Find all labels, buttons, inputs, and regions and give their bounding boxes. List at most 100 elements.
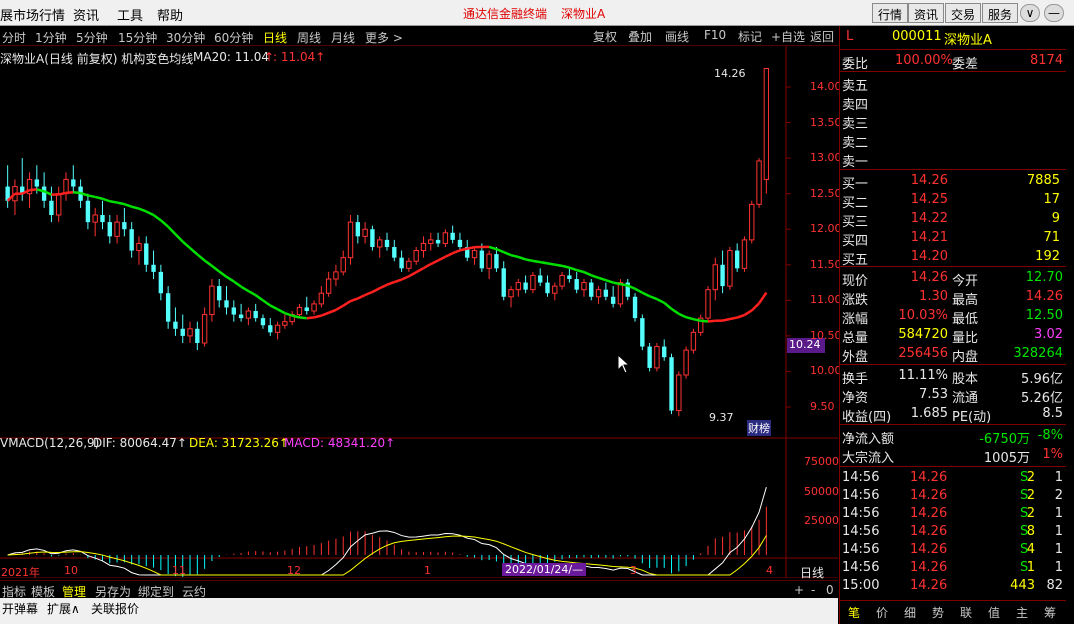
ma20-segment [174, 233, 184, 243]
xaxis-2021: 2021年 [1, 566, 40, 579]
btn-back[interactable]: 返回 [810, 28, 834, 45]
ask-row[interactable]: 卖二 [840, 131, 1066, 151]
candle-body [114, 221, 120, 237]
ask-row[interactable]: 卖五 [840, 74, 1066, 94]
candle-body [523, 282, 528, 290]
period-60min[interactable]: 60分钟 [214, 29, 253, 46]
stat2-row[interactable]: 净资 7.53 流通 5.26亿 [840, 386, 1066, 406]
candle-body [413, 250, 419, 262]
quote-tab[interactable]: 笔 [848, 604, 860, 621]
period-1min[interactable]: 1分钟 [35, 29, 67, 46]
expand-toggle[interactable]: 扩展∧ [47, 600, 80, 617]
btn-service[interactable]: 服务 [982, 3, 1019, 23]
ma20-segment [196, 253, 206, 262]
tick-row[interactable]: 14:56 14.26 2 S 2 [840, 487, 1066, 505]
related-quote[interactable]: 关联报价 [91, 600, 139, 617]
stat2-row[interactable]: 换手 11.11% 股本 5.96亿 [840, 367, 1066, 387]
quote-tab[interactable]: 值 [988, 604, 1000, 621]
stock-header: L 000011 深物业A [840, 28, 1066, 48]
stat-row[interactable]: 现价 14.26 今开 12.70 [840, 269, 1066, 289]
ask-row[interactable]: 卖四 [840, 93, 1066, 113]
btn-f10[interactable]: F10 [704, 28, 726, 42]
candle-body [49, 200, 54, 215]
period-timeshare[interactable]: 分时 [2, 29, 26, 46]
candle-body [129, 229, 134, 251]
menu-news[interactable]: 资讯 [73, 5, 99, 24]
stat-row[interactable]: 外盘 256456 内盘 328264 [840, 345, 1066, 365]
stat2-label1: 换手 [842, 372, 869, 387]
quote-tab[interactable]: 势 [932, 604, 944, 621]
flow-label: 净流入额 [842, 432, 895, 447]
ma20-segment [656, 297, 665, 304]
zoom-reset-button[interactable]: 0 [826, 583, 834, 597]
stat-value2: 328264 [1013, 346, 1063, 361]
ma20-segment [700, 319, 709, 323]
candle-body [136, 242, 142, 252]
danmaku-toggle[interactable]: 开弹幕 [2, 600, 38, 617]
bid-row[interactable]: 买二 14.25 17 [840, 191, 1066, 211]
btn-info[interactable]: 资讯 [908, 3, 945, 23]
menu-help[interactable]: 帮助 [157, 5, 183, 24]
stat-row[interactable]: 涨跌 1.30 最高 14.26 [840, 288, 1066, 308]
news-badge[interactable]: 财榜 [747, 420, 771, 436]
zoom-in-button[interactable]: + [794, 583, 804, 597]
quote-tab[interactable]: 主 [1016, 604, 1028, 621]
bottom-toolbar: 开弹幕 扩展∧ 关联报价 [0, 598, 838, 624]
kline-chart-area[interactable]: 深物业A(日线 前复权) 机构变色均线 MA20: 11.04 ↑ : 11.0… [0, 46, 842, 580]
tick-row[interactable]: 14:56 14.26 2 S 1 [840, 505, 1066, 523]
ma20-segment [641, 291, 651, 298]
period-15min[interactable]: 15分钟 [118, 29, 157, 46]
ask-row[interactable]: 卖一 [840, 150, 1066, 170]
btn-draw[interactable]: 画线 [665, 28, 689, 45]
menu-market[interactable]: 展市场行情 [0, 5, 65, 24]
tick-row[interactable]: 14:56 14.26 1 S 1 [840, 559, 1066, 577]
btn-overlay[interactable]: 叠加 [628, 28, 652, 45]
bid-row[interactable]: 买一 14.26 7885 [840, 172, 1066, 192]
bid-price: 14.22 [910, 211, 948, 226]
vmacd-label: VMACD(12,26,9) [0, 436, 100, 450]
stock-code: 000011 [892, 29, 942, 44]
stat-value1: 1.30 [919, 289, 948, 304]
period-5min[interactable]: 5分钟 [76, 29, 108, 46]
btn-trade[interactable]: 交易 [945, 3, 982, 23]
menu-tools[interactable]: 工具 [117, 5, 143, 24]
tick-row[interactable]: 14:56 14.26 2 S 1 [840, 469, 1066, 487]
btn-mark[interactable]: 标记 [738, 28, 762, 45]
period-more[interactable]: 更多 > [365, 29, 403, 46]
tick-row[interactable]: 15:00 14.26 443 82 [840, 577, 1066, 595]
period-weekly[interactable]: 周线 [297, 29, 321, 46]
quote-tab[interactable]: 联 [960, 604, 972, 621]
period-monthly[interactable]: 月线 [331, 29, 355, 46]
stat-row[interactable]: 总量 584720 量比 3.02 [840, 326, 1066, 346]
candle-body [574, 279, 579, 290]
quote-tab[interactable]: 筹 [1044, 604, 1056, 621]
zoom-out-button[interactable]: - [811, 583, 815, 597]
flow-row[interactable]: 大宗流入 1005万 1% [840, 446, 1066, 466]
quote-tab[interactable]: 细 [904, 604, 916, 621]
btn-adjust[interactable]: 复权 [593, 28, 617, 45]
btn-quote[interactable]: 行情 [872, 3, 909, 23]
bid-label: 买一 [842, 177, 869, 192]
period-30min[interactable]: 30分钟 [166, 29, 205, 46]
flow-row[interactable]: 净流入额 -6750万 -8% [840, 427, 1066, 447]
stat2-row[interactable]: 收益(四) 1.685 PE(动) 8.5 [840, 405, 1066, 425]
dropdown-icon[interactable]: ∨ [1020, 4, 1040, 22]
candle-body [238, 314, 244, 319]
quote-tab[interactable]: 价 [876, 604, 888, 621]
minimize-icon[interactable]: — [1044, 4, 1064, 22]
bid-row[interactable]: 买五 14.20 192 [840, 248, 1066, 268]
btn-add-watchlist[interactable]: +自选 [771, 28, 805, 45]
chart-canvas[interactable] [0, 46, 838, 578]
tick-row[interactable]: 14:56 14.26 8 S 1 [840, 523, 1066, 541]
ask-row[interactable]: 卖三 [840, 112, 1066, 132]
bid-row[interactable]: 买三 14.22 9 [840, 210, 1066, 230]
stat-row[interactable]: 涨幅 10.03% 最低 12.50 [840, 307, 1066, 327]
candle-body [662, 346, 667, 358]
tick-row[interactable]: 14:56 14.26 4 S 1 [840, 541, 1066, 559]
ma20-segment [65, 190, 74, 195]
tick-price: 14.26 [910, 524, 948, 539]
period-daily[interactable]: 日线 [263, 29, 287, 46]
bid-row[interactable]: 买四 14.21 71 [840, 229, 1066, 249]
ma20-segment [276, 308, 286, 315]
ma20-segment [620, 282, 628, 287]
